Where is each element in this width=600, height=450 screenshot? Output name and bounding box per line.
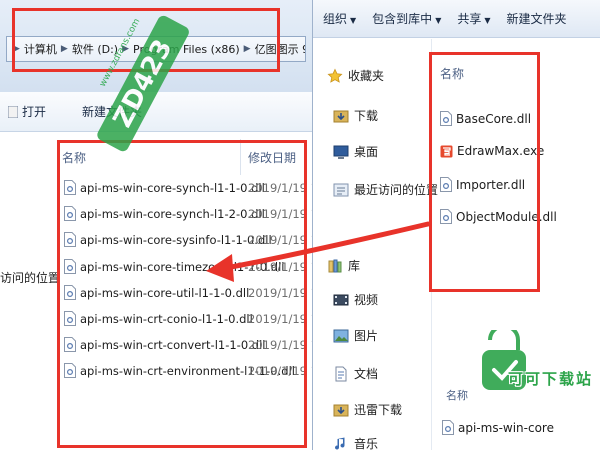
nav-label: 视频 [354,293,379,307]
nav-item-pictures[interactable]: 图片 [333,327,378,344]
recent-places-icon [333,183,349,196]
star-icon [327,68,343,83]
nav-label: 迅雷下载 [354,403,403,417]
music-icon [335,437,345,450]
open-icon [8,105,18,118]
share-button[interactable]: 共享 ▼ [457,10,490,27]
picture-icon [333,329,349,342]
nav-item-videos[interactable]: 视频 [333,291,378,308]
nav-item-music[interactable]: 音乐 [333,435,378,450]
nav-label: 桌面 [354,145,379,159]
nav-item-recent-places[interactable]: 最近访问的位置 [333,181,438,198]
dll-file-icon [442,420,454,435]
caret-down-icon: ▼ [435,16,442,25]
left-navigation-pane: 访问的位置 [0,133,60,450]
download-folder-icon [333,110,349,122]
file-list-highlight-box [57,140,307,448]
caret-down-icon: ▼ [484,16,491,25]
keke-watermark-text: 可可下载站 [508,370,594,388]
library-icon [328,259,342,272]
organize-label: 组织 [323,12,348,26]
caret-down-icon: ▼ [350,16,357,25]
nav-item-libraries[interactable]: 库 [327,257,360,274]
open-button[interactable]: 打开 [0,100,54,124]
nav-item-thunder-downloads[interactable]: 迅雷下载 [333,401,402,418]
nav-label: 收藏夹 [348,69,385,83]
file-name: api-ms-win-core [458,420,554,435]
open-button-label: 打开 [22,105,47,119]
list-item[interactable]: api-ms-win-core [442,420,554,435]
nav-item-recent-places[interactable]: 访问的位置 [0,269,60,286]
nav-item-favorites[interactable]: 收藏夹 [327,67,384,84]
nav-item-downloads[interactable]: 下载 [333,107,378,124]
include-in-library-button[interactable]: 包含到库中 ▼ [372,10,441,27]
nav-item-desktop[interactable]: 桌面 [333,143,378,160]
files-highlight-box [429,52,540,292]
nav-label: 音乐 [354,437,379,450]
column-header-name[interactable]: 名称 [446,387,468,403]
right-command-bar: 组织 ▼ 包含到库中 ▼ 共享 ▼ 新建文件夹 [313,0,600,38]
document-icon [335,366,347,381]
nav-item-documents[interactable]: 文档 [333,365,378,382]
nav-label: 图片 [354,329,379,343]
nav-label: 下载 [354,109,379,123]
nav-label: 文档 [354,367,379,381]
organize-button[interactable]: 组织 ▼ [323,10,356,27]
right-navigation-pane: 收藏夹 下载 桌面 最近访问的位置 库 视频 图片 文档 迅雷下载 音乐 [313,39,438,450]
new-folder-button[interactable]: 新建文件夹 [507,10,567,27]
share-label: 共享 [457,12,482,26]
video-icon [333,294,349,305]
nav-label: 库 [348,259,361,273]
desktop-icon [333,145,349,159]
nav-label: 最近访问的位置 [354,183,439,197]
include-in-library-label: 包含到库中 [372,12,433,26]
download-folder-icon [333,404,349,416]
